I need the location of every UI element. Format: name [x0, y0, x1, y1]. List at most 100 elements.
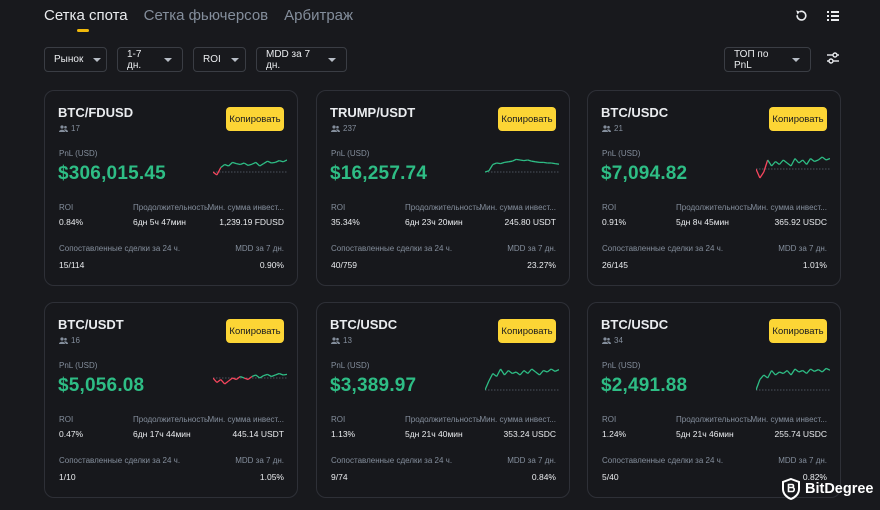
sparkline-segment: [550, 368, 556, 372]
min-invest-label: Мин. сумма инвест...: [207, 415, 284, 424]
sparkline-segment: [554, 369, 559, 372]
sparkline-segment: [802, 159, 808, 165]
sparkline-segment: [767, 159, 773, 167]
copiers-count-value: 237: [343, 124, 357, 133]
matched-trades-label: Сопоставленные сделки за 24 ч.: [59, 244, 181, 253]
sparkline-segment: [543, 161, 548, 164]
strategy-card[interactable]: BTC/USDC 13 Копировать PnL (USD) $3,389.…: [316, 302, 570, 498]
sparkline-segment: [267, 160, 272, 164]
sparkline-segment: [779, 371, 784, 375]
bitdegree-logo: BitDegree: [781, 478, 874, 500]
users-icon: [59, 337, 68, 344]
mdd-value: 1.05%: [259, 472, 284, 482]
matched-trades-label: Сопоставленные сделки за 24 ч.: [602, 456, 724, 465]
pnl-value: $16,257.74: [330, 163, 428, 184]
sparkline-segment: [228, 161, 233, 167]
sparkline-segment: [243, 162, 249, 166]
sparkline-segment: [798, 159, 804, 164]
sparkline-segment: [767, 370, 773, 379]
roi-label: ROI: [59, 203, 74, 212]
copy-button[interactable]: Копировать: [769, 107, 827, 131]
filter-settings-icon[interactable]: [826, 51, 840, 65]
strategy-card[interactable]: TRUMP/USDT 237 Копировать PnL (USD) $16,…: [316, 90, 570, 286]
sparkline-segment: [790, 368, 796, 376]
strategy-card[interactable]: BTC/USDT 16 Копировать PnL (USD) $5,056.…: [44, 302, 298, 498]
roi-label: ROI: [331, 415, 346, 424]
sparkline-segment: [224, 380, 229, 385]
sparkline-segment: [515, 371, 521, 376]
sparkline-segment: [519, 370, 525, 376]
sparkline-segment: [786, 370, 792, 376]
sparkline-segment: [546, 368, 552, 373]
copiers-count-value: 21: [614, 124, 623, 133]
roi-label: ROI: [59, 415, 74, 424]
users-icon: [602, 125, 611, 132]
copy-button[interactable]: Копировать: [226, 107, 284, 131]
sparkline-segment: [492, 372, 498, 378]
sparkline-segment: [263, 160, 268, 165]
min-invest-value: 365.92 USDC: [774, 217, 827, 227]
sparkline-segment: [756, 379, 761, 391]
sparkline-segment: [763, 159, 769, 173]
duration-value: 5дн 21ч 40мин: [405, 429, 463, 439]
sparkline-segment: [814, 369, 819, 372]
market-filter[interactable]: Рынок: [44, 47, 107, 72]
sparkline-segment: [790, 158, 796, 167]
copiers-count: 237: [331, 124, 356, 133]
refresh-icon[interactable]: [794, 9, 808, 23]
sparkline-segment: [810, 157, 815, 163]
copy-button[interactable]: Копировать: [498, 107, 556, 131]
min-invest-value: 353.24 USDC: [503, 429, 556, 439]
sparkline-segment: [771, 370, 776, 376]
matched-trades-label: Сопоставленные сделки за 24 ч.: [331, 244, 453, 253]
sparkline-segment: [496, 368, 502, 377]
strategy-card[interactable]: BTC/FDUSD 17 Копировать PnL (USD) $306,0…: [44, 90, 298, 286]
min-invest-value: 445.14 USDT: [232, 429, 285, 439]
days-filter[interactable]: 1-7 дн.: [117, 47, 183, 72]
pair-name: BTC/USDT: [58, 317, 124, 332]
strategy-card[interactable]: BTC/USDC 21 Копировать PnL (USD) $7,094.…: [587, 90, 841, 286]
copiers-count: 17: [59, 124, 80, 133]
pnl-label: PnL (USD): [602, 361, 641, 370]
duration-value: 6дн 17ч 44мин: [133, 429, 191, 439]
pair-name: BTC/USDC: [330, 317, 398, 332]
sort-dropdown[interactable]: ТОП по PnL: [724, 47, 811, 72]
duration-label: Продолжительность: [405, 203, 481, 212]
days-filter-label: 1-7 дн.: [127, 48, 142, 71]
min-invest-label: Мин. сумма инвест...: [479, 203, 556, 212]
roi-value: 0.84%: [59, 217, 84, 227]
matched-trades-value: 1/10: [59, 472, 76, 482]
duration-value: 5дн 21ч 46мин: [676, 429, 734, 439]
matched-trades-label: Сопоставленные сделки за 24 ч.: [602, 244, 724, 253]
copiers-count: 34: [602, 336, 623, 345]
copiers-count: 16: [59, 336, 80, 345]
sparkline-segment: [496, 162, 501, 165]
roi-filter-label: ROI: [203, 54, 221, 65]
sparkline-segment: [794, 158, 800, 164]
pair-name: BTC/FDUSD: [58, 105, 134, 120]
list-view-icon[interactable]: [826, 9, 840, 23]
tab-spot-grid[interactable]: Сетка спота: [44, 7, 128, 32]
copy-button[interactable]: Копировать: [769, 319, 827, 343]
sparkline-segment: [535, 371, 540, 376]
mdd-value: 1.01%: [802, 260, 827, 270]
roi-filter[interactable]: ROI: [193, 47, 246, 72]
sparkline-segment: [775, 371, 780, 376]
copy-button[interactable]: Копировать: [226, 319, 284, 343]
sparkline-segment: [267, 373, 272, 378]
sparkline-segment: [236, 162, 241, 166]
pnl-label: PnL (USD): [59, 149, 98, 158]
roi-label: ROI: [331, 203, 346, 212]
duration-label: Продолжительность: [133, 203, 209, 212]
sparkline-segment: [535, 161, 540, 164]
tab-arbitrage[interactable]: Арбитраж: [284, 7, 353, 32]
mdd-filter[interactable]: MDD за 7 дн.: [256, 47, 347, 72]
sparkline-segment: [782, 159, 788, 164]
copy-button[interactable]: Копировать: [498, 319, 556, 343]
tab-futures-grid[interactable]: Сетка фьючерсов: [144, 7, 269, 32]
copiers-count: 13: [331, 336, 352, 345]
pnl-sparkline: [213, 159, 287, 176]
sparkline-segment: [531, 368, 537, 373]
strategy-card[interactable]: BTC/USDC 34 Копировать PnL (USD) $2,491.…: [587, 302, 841, 498]
pair-name: BTC/USDC: [601, 317, 669, 332]
